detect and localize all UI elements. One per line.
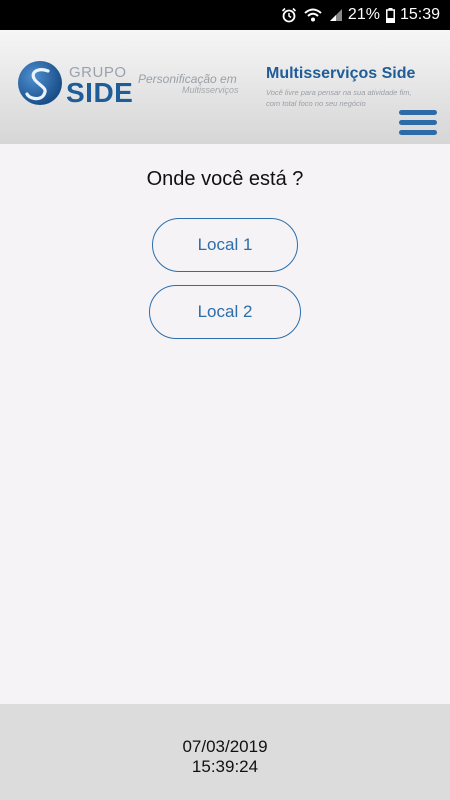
local-1-button[interactable]: Local 1 [152, 218, 298, 272]
footer-time: 15:39:24 [191, 757, 259, 776]
brand-title: Multisserviços Side [266, 65, 416, 82]
signal-icon [329, 8, 343, 22]
battery-icon [385, 7, 395, 23]
location-question: Onde você está ? [146, 168, 304, 190]
status-time: 15:39 [399, 6, 440, 23]
grupo-side-logo-icon [18, 61, 62, 105]
local-2-button[interactable]: Local 2 [149, 285, 301, 339]
battery-percent: 21% [347, 6, 380, 23]
brand-subtitle: Você livre para pensar na sua atividade … [266, 88, 412, 108]
tagline-line1: Personificação em [138, 72, 237, 86]
tagline-line2: Multisserviços [182, 85, 239, 95]
hamburger-menu-icon[interactable] [399, 110, 437, 140]
wifi-icon [303, 7, 323, 23]
header-banner: GRUPO SIDE Personificação em Multisservi… [0, 30, 450, 144]
logo-side-text: SIDE [66, 77, 134, 108]
status-bar: 21% 15:39 [0, 0, 450, 30]
alarm-icon [281, 7, 297, 23]
footer-date: 07/03/2019 [182, 737, 268, 756]
